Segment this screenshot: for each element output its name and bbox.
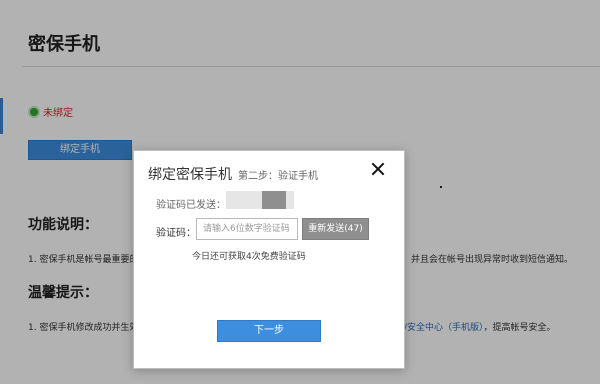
verification-code-input[interactable] — [196, 218, 298, 240]
masked-phone-number — [226, 191, 294, 209]
code-label: 验证码： — [156, 228, 196, 239]
free-code-hint: 今日还可获取4次免费验证码 — [192, 252, 306, 262]
dialog-step: 第二步：验证手机 — [238, 171, 318, 182]
dialog-title: 绑定密保手机 — [148, 167, 232, 183]
close-icon[interactable] — [370, 161, 386, 177]
next-step-button[interactable]: 下一步 — [217, 320, 321, 342]
resend-code-button[interactable]: 重新发送(47) — [302, 218, 369, 240]
code-sent-label: 验证码已发送： — [156, 200, 226, 211]
bind-phone-dialog: 绑定密保手机 第二步：验证手机 验证码已发送： 验证码： 重新发送(47) 今日… — [133, 150, 405, 369]
